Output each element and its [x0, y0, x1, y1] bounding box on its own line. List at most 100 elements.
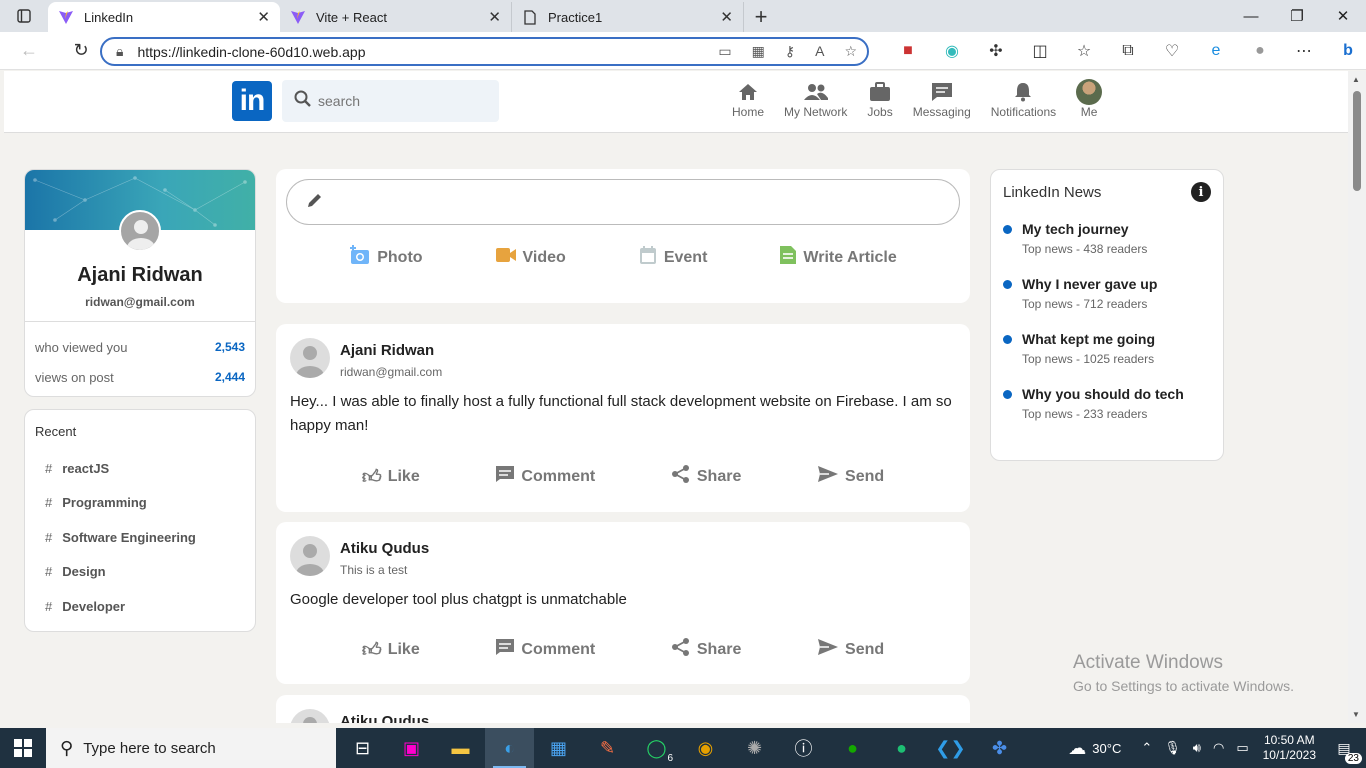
extension-green-icon[interactable]: ◉ — [930, 36, 974, 66]
share-button[interactable]: Share — [671, 464, 741, 490]
favorites-icon[interactable]: ☆ — [1062, 36, 1106, 66]
search-bar[interactable] — [282, 80, 499, 122]
share-button[interactable]: Share — [671, 637, 741, 663]
stat-row[interactable]: views on post 2,444 — [35, 362, 245, 392]
edge-extension-icon[interactable]: e — [1194, 36, 1238, 66]
clock[interactable]: 10:50 AM 10/1/2023 — [1263, 733, 1316, 763]
edge-browser-icon[interactable]: ◐ — [485, 728, 534, 768]
collections-icon[interactable]: ⧉ — [1106, 36, 1150, 66]
profile-icon[interactable]: ● — [1238, 36, 1282, 66]
key-icon[interactable]: ⚷ — [785, 43, 795, 60]
bing-icon[interactable]: b — [1326, 36, 1366, 66]
news-item[interactable]: Why you should do tech Top news - 233 re… — [1003, 386, 1211, 421]
vscode-icon[interactable]: ❮❯ — [926, 728, 975, 768]
recent-item[interactable]: # Software Engineering — [35, 520, 245, 555]
nav-notifications[interactable]: Notifications — [991, 79, 1056, 119]
scrollbar-thumb[interactable] — [1353, 91, 1361, 191]
like-button[interactable]: 👍︎ Like — [362, 637, 420, 663]
scroll-down-icon[interactable]: ▼ — [1352, 710, 1360, 719]
grid-icon[interactable]: ▦ — [752, 43, 765, 60]
task-view-icon[interactable]: ⊟ — [338, 728, 387, 768]
post-avatar[interactable] — [290, 338, 330, 378]
nav-home[interactable]: Home — [732, 79, 764, 119]
whatsapp-icon[interactable]: ◯ 6 — [632, 728, 681, 768]
post-author[interactable]: Ajani Ridwan — [340, 342, 442, 359]
close-icon[interactable]: ✕ — [488, 8, 501, 26]
battery-icon[interactable]: ▭ — [1236, 740, 1248, 756]
post-author[interactable]: Atiku Qudus — [340, 713, 429, 723]
favorite-star-icon[interactable]: ☆ — [844, 43, 857, 60]
post-avatar[interactable] — [290, 709, 330, 723]
new-tab-button[interactable]: + — [744, 2, 778, 32]
microphone-icon[interactable]: 🎙︎ — [1164, 740, 1181, 756]
tab-actions-icon[interactable] — [0, 0, 48, 32]
post-avatar[interactable] — [290, 536, 330, 576]
recent-item[interactable]: # Programming — [35, 486, 245, 521]
restore-icon[interactable]: ❐ — [1274, 0, 1320, 32]
close-window-icon[interactable]: ✕ — [1320, 0, 1366, 32]
taskbar-search[interactable]: ⚲ Type here to search — [46, 728, 336, 768]
info-icon[interactable]: i — [1191, 182, 1211, 202]
more-options-icon[interactable]: ⋯ — [1282, 36, 1326, 66]
store-icon[interactable]: ▦ — [534, 728, 583, 768]
profile-avatar[interactable] — [119, 210, 161, 252]
close-icon[interactable]: ✕ — [720, 8, 733, 26]
url-field[interactable]: 🔒︎ https://linkedin-clone-60d10.web.app … — [100, 37, 869, 66]
scroll-up-icon[interactable]: ▲ — [1352, 75, 1360, 84]
performance-icon[interactable]: ♡ — [1150, 36, 1194, 66]
puzzle-icon[interactable]: ✣ — [974, 36, 1018, 66]
notification-center-icon[interactable]: ▤ 23 — [1330, 736, 1362, 764]
stat-row[interactable]: who viewed you 2,543 — [35, 332, 245, 362]
chrome-icon[interactable]: ◉ — [681, 728, 730, 768]
close-icon[interactable]: ✕ — [257, 8, 270, 26]
nav-messaging[interactable]: Messaging — [913, 79, 971, 119]
back-button[interactable]: ← — [10, 36, 48, 66]
video-button[interactable]: Video — [495, 245, 566, 270]
page-scrollbar[interactable]: ▲ ▼ — [1348, 71, 1366, 723]
minimize-icon[interactable]: — — [1228, 0, 1274, 32]
browser-tab-vite[interactable]: Vite + React ✕ — [280, 2, 512, 32]
terminal-icon[interactable]: ▣ — [387, 728, 436, 768]
search-input[interactable] — [318, 93, 478, 109]
info-app-icon[interactable]: ⓘ — [779, 728, 828, 768]
write-article-button[interactable]: Write Article — [779, 245, 897, 270]
event-button[interactable]: Event — [638, 245, 707, 270]
photo-button[interactable]: Photo — [349, 245, 423, 270]
news-item[interactable]: Why I never gave up Top news - 712 reade… — [1003, 276, 1211, 311]
news-item[interactable]: My tech journey Top news - 438 readers — [1003, 221, 1211, 256]
recent-item[interactable]: # reactJS — [35, 451, 245, 486]
chevron-up-icon[interactable]: ⌃ — [1141, 740, 1152, 756]
like-button[interactable]: 👍︎ Like — [362, 464, 420, 490]
vs-blue-icon[interactable]: ✤ — [975, 728, 1024, 768]
taskbar-search-placeholder: Type here to search — [83, 739, 216, 757]
post-author[interactable]: Atiku Qudus — [340, 540, 429, 557]
nav-my-network[interactable]: My Network — [784, 79, 847, 119]
upwork-icon[interactable]: ● — [828, 728, 877, 768]
browser-tab-practice[interactable]: Practice1 ✕ — [512, 2, 744, 32]
send-button[interactable]: Send — [817, 464, 884, 490]
split-screen-icon[interactable]: ◫ — [1018, 36, 1062, 66]
windows-start-button[interactable] — [0, 728, 46, 768]
paint-icon[interactable]: ✎ — [583, 728, 632, 768]
file-explorer-icon[interactable]: ▬ — [436, 728, 485, 768]
comment-button[interactable]: Comment — [495, 464, 595, 490]
recent-item[interactable]: # Design — [35, 555, 245, 590]
news-item[interactable]: What kept me going Top news - 1025 reade… — [1003, 331, 1211, 366]
weather-widget[interactable]: ☁ 30°C — [1062, 738, 1121, 759]
linkedin-logo[interactable]: in — [232, 81, 272, 121]
app-available-icon[interactable]: ▭ — [718, 43, 731, 60]
refresh-button[interactable]: ↻ — [62, 36, 100, 66]
wifi-icon[interactable]: ◠ — [1213, 740, 1224, 756]
volume-icon[interactable]: 🔊︎ — [1193, 740, 1201, 756]
chatgpt-icon[interactable]: ✺ — [730, 728, 779, 768]
post-input[interactable] — [286, 179, 960, 225]
comment-button[interactable]: Comment — [495, 637, 595, 663]
send-button[interactable]: Send — [817, 637, 884, 663]
nav-jobs[interactable]: Jobs — [867, 79, 893, 119]
fiverr-icon[interactable]: ● — [877, 728, 926, 768]
recent-item[interactable]: # Developer — [35, 589, 245, 624]
nav-me[interactable]: Me — [1076, 79, 1103, 119]
browser-tab-linkedin[interactable]: LinkedIn ✕ — [48, 2, 280, 32]
read-aloud-icon[interactable]: A — [815, 43, 824, 60]
extension-red-icon[interactable]: ■ — [886, 36, 930, 66]
